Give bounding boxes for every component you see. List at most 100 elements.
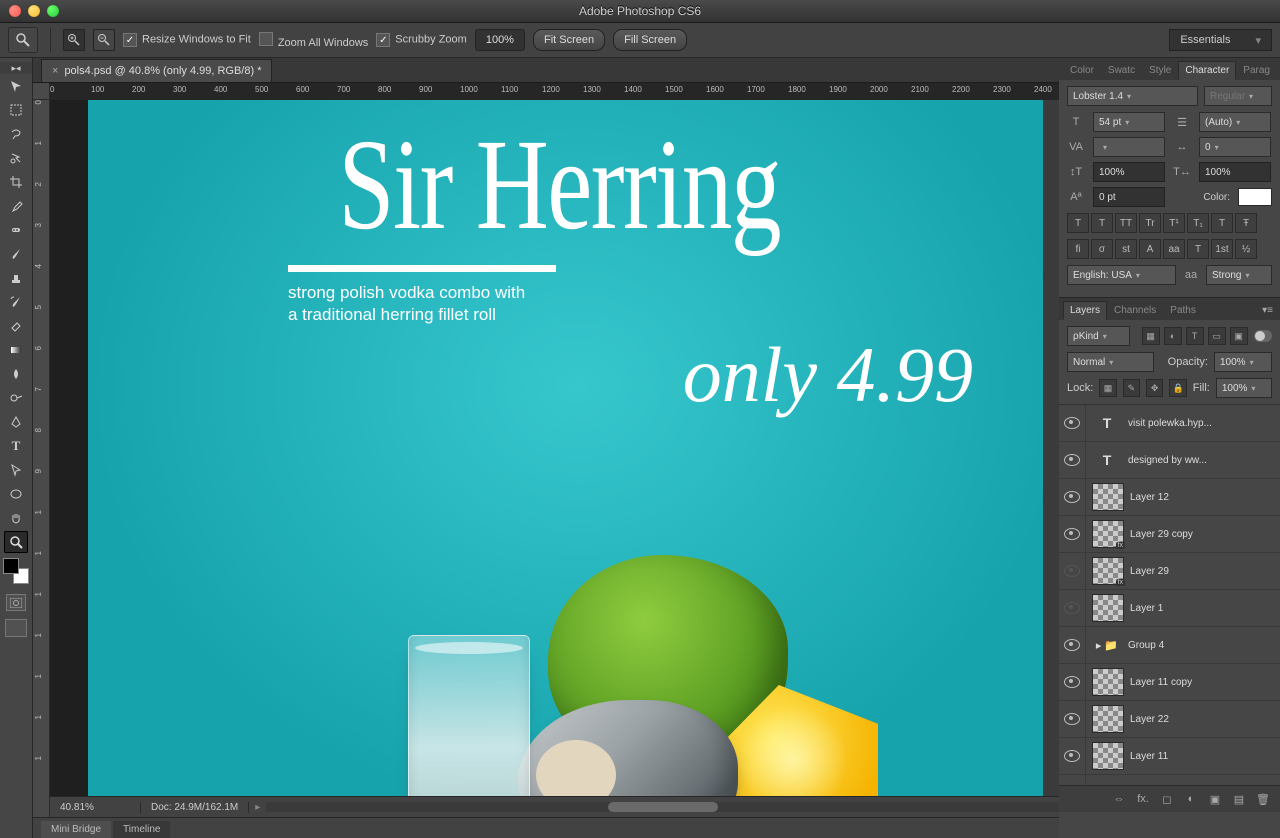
path-select-tool[interactable] xyxy=(4,459,28,481)
horizontal-scrollbar[interactable] xyxy=(266,802,1059,812)
visibility-toggle[interactable] xyxy=(1059,738,1086,774)
vscale-field[interactable]: 100% xyxy=(1093,162,1165,182)
tab-timeline[interactable]: Timeline xyxy=(113,821,170,838)
opentype-button[interactable]: σ xyxy=(1091,239,1113,259)
crop-tool[interactable] xyxy=(4,171,28,193)
blend-mode-dropdown[interactable]: Normal xyxy=(1067,352,1154,372)
lock-pixels-icon[interactable]: ✎ xyxy=(1123,379,1140,397)
glyph-style-button[interactable]: T xyxy=(1091,213,1113,233)
visibility-toggle[interactable] xyxy=(1059,553,1086,589)
quick-select-tool[interactable] xyxy=(4,147,28,169)
opacity-field[interactable]: 100% xyxy=(1214,352,1272,372)
new-layer-icon[interactable]: ▤ xyxy=(1230,791,1248,807)
font-style-dropdown[interactable]: Regular xyxy=(1204,86,1272,106)
layer-row[interactable]: Layer 22 xyxy=(1059,701,1280,738)
visibility-toggle[interactable] xyxy=(1059,664,1086,700)
quick-mask-toggle[interactable] xyxy=(6,594,26,611)
history-brush-tool[interactable] xyxy=(4,291,28,313)
eyedropper-tool[interactable] xyxy=(4,195,28,217)
layer-row[interactable]: Layer 1 xyxy=(1059,590,1280,627)
lock-trans-icon[interactable]: ▦ xyxy=(1099,379,1116,397)
glyph-style-button[interactable]: T₁ xyxy=(1187,213,1209,233)
fit-screen-button[interactable]: Fit Screen xyxy=(533,29,605,51)
opentype-button[interactable]: ½ xyxy=(1235,239,1257,259)
delete-layer-icon[interactable]: 🗑 xyxy=(1254,791,1272,807)
layer-row[interactable]: Layer 11 copy xyxy=(1059,664,1280,701)
glyph-style-button[interactable]: T xyxy=(1211,213,1233,233)
marquee-tool[interactable] xyxy=(4,99,28,121)
tab-mini-bridge[interactable]: Mini Bridge xyxy=(41,821,111,838)
visibility-toggle[interactable] xyxy=(1059,442,1086,478)
move-tool[interactable] xyxy=(4,75,28,97)
filter-smart-icon[interactable]: ▣ xyxy=(1230,327,1248,345)
zoom-out-button[interactable] xyxy=(93,29,115,51)
adjustment-layer-icon[interactable]: ◐ xyxy=(1182,791,1200,807)
fill-field[interactable]: 100% xyxy=(1216,378,1272,398)
opentype-button[interactable]: st xyxy=(1115,239,1137,259)
leading-field[interactable]: (Auto) xyxy=(1199,112,1271,132)
zoom-all-checkbox[interactable]: Zoom All Windows xyxy=(259,32,368,49)
healing-tool[interactable] xyxy=(4,219,28,241)
visibility-toggle[interactable] xyxy=(1059,516,1086,552)
shape-tool[interactable] xyxy=(4,483,28,505)
opentype-button[interactable]: 1st xyxy=(1211,239,1233,259)
gradient-tool[interactable] xyxy=(4,339,28,361)
hand-tool[interactable] xyxy=(4,507,28,529)
tab-layers[interactable]: Layers xyxy=(1063,301,1107,320)
opentype-button[interactable]: aa xyxy=(1163,239,1185,259)
layer-row[interactable]: Layer 29 copy xyxy=(1059,516,1280,553)
color-picker-fg-bg[interactable] xyxy=(3,558,29,584)
glyph-style-button[interactable]: T¹ xyxy=(1163,213,1185,233)
brush-tool[interactable] xyxy=(4,243,28,265)
layer-row[interactable]: TSir Herring xyxy=(1059,775,1280,785)
glyph-style-button[interactable]: TT xyxy=(1115,213,1137,233)
close-icon[interactable]: × xyxy=(52,65,58,77)
doc-size[interactable]: Doc: 24.9M/162.1M xyxy=(141,802,249,813)
zoom-level[interactable]: 40.81% xyxy=(50,802,141,813)
zoom-100-button[interactable]: 100% xyxy=(475,29,525,51)
current-tool-preset[interactable] xyxy=(8,27,38,53)
layer-row[interactable]: Layer 11 xyxy=(1059,738,1280,775)
opentype-button[interactable]: A xyxy=(1139,239,1161,259)
workspace-switcher[interactable]: Essentials▾ xyxy=(1169,29,1272,51)
kerning-field[interactable] xyxy=(1093,137,1165,157)
doc-info-menu[interactable]: ▸ xyxy=(249,802,266,813)
tab-color[interactable]: Color xyxy=(1063,61,1101,80)
layer-row[interactable]: Tvisit polewka.hyp... xyxy=(1059,405,1280,442)
hscale-field[interactable]: 100% xyxy=(1199,162,1271,182)
glyph-style-button[interactable]: Tr xyxy=(1139,213,1161,233)
visibility-toggle[interactable] xyxy=(1059,590,1086,626)
blur-tool[interactable] xyxy=(4,363,28,385)
link-layers-icon[interactable]: ⇔ xyxy=(1110,791,1128,807)
glyph-style-button[interactable]: Ŧ xyxy=(1235,213,1257,233)
fill-screen-button[interactable]: Fill Screen xyxy=(613,29,687,51)
glyph-style-button[interactable]: T xyxy=(1067,213,1089,233)
opentype-button[interactable]: T xyxy=(1187,239,1209,259)
vertical-scrollbar[interactable] xyxy=(1043,100,1059,796)
tab-paths[interactable]: Paths xyxy=(1163,301,1203,320)
canvas[interactable]: Sir Herring strong polish vodka combo wi… xyxy=(50,100,1043,796)
ruler-vertical[interactable]: 01234567891111111 xyxy=(33,100,50,817)
visibility-toggle[interactable] xyxy=(1059,627,1086,663)
panel-menu-icon[interactable]: ▾≡ xyxy=(1255,301,1280,320)
layer-fx-icon[interactable]: fx. xyxy=(1134,791,1152,807)
new-group-icon[interactable]: ▣ xyxy=(1206,791,1224,807)
ruler-origin[interactable] xyxy=(33,83,50,100)
text-color-swatch[interactable] xyxy=(1238,188,1272,206)
tab-paragraph[interactable]: Parag xyxy=(1236,61,1277,80)
tab-swatches[interactable]: Swatc xyxy=(1101,61,1142,80)
resize-windows-checkbox[interactable]: Resize Windows to Fit xyxy=(123,33,251,47)
stamp-tool[interactable] xyxy=(4,267,28,289)
font-size-field[interactable]: 54 pt xyxy=(1093,112,1165,132)
eraser-tool[interactable] xyxy=(4,315,28,337)
pen-tool[interactable] xyxy=(4,411,28,433)
tab-channels[interactable]: Channels xyxy=(1107,301,1163,320)
filter-adjust-icon[interactable]: ◐ xyxy=(1164,327,1182,345)
tab-character[interactable]: Character xyxy=(1178,61,1236,80)
filter-toggle[interactable] xyxy=(1254,330,1272,342)
visibility-toggle[interactable] xyxy=(1059,775,1086,785)
layer-row[interactable]: Tdesigned by ww... xyxy=(1059,442,1280,479)
scrubby-zoom-checkbox[interactable]: Scrubby Zoom xyxy=(376,33,467,47)
font-family-dropdown[interactable]: Lobster 1.4 xyxy=(1067,86,1198,106)
layer-row[interactable]: Layer 12 xyxy=(1059,479,1280,516)
